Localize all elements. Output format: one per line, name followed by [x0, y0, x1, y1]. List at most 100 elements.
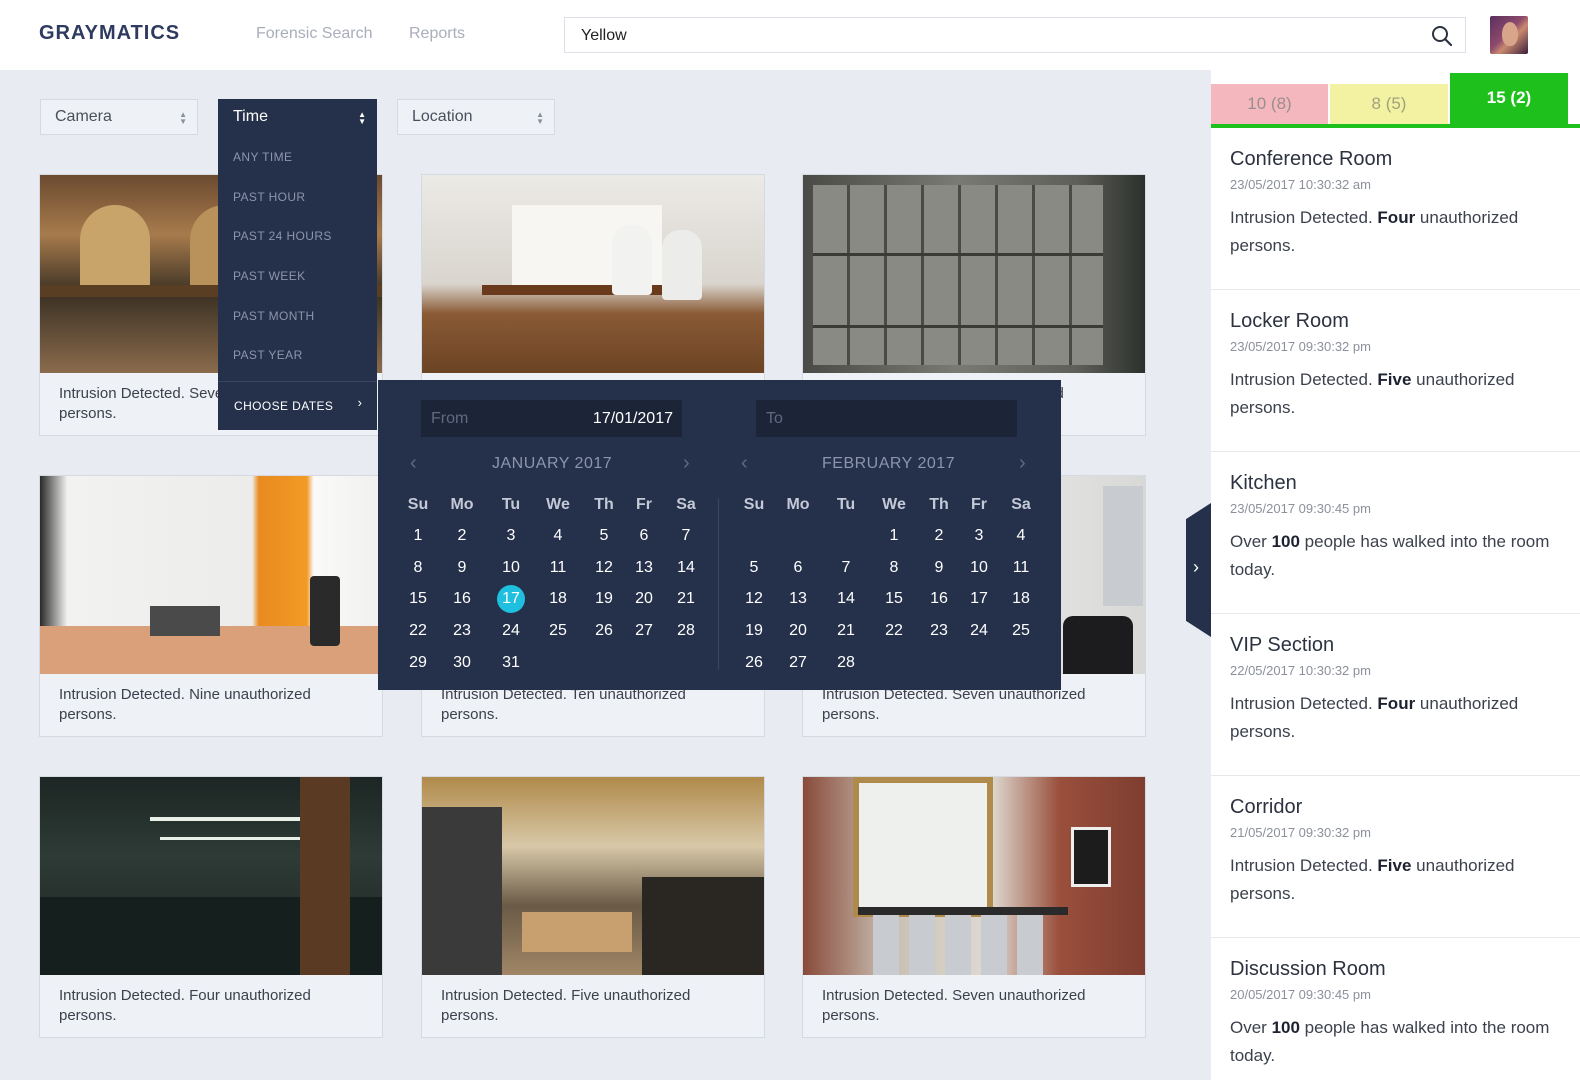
february-day[interactable]: 21 — [828, 617, 864, 645]
january-day[interactable]: 21 — [668, 585, 704, 613]
january-day[interactable]: 15 — [400, 585, 436, 613]
february-day[interactable]: 6 — [780, 554, 816, 582]
january-day[interactable]: 18 — [540, 585, 576, 613]
february-day[interactable]: 25 — [1003, 617, 1039, 645]
january-day[interactable]: 13 — [626, 554, 662, 582]
alert-item[interactable]: Kitchen 23/05/2017 09:30:45 pm Over 100 pe… — [1211, 452, 1580, 614]
to-date-label: To — [766, 410, 783, 427]
alert-title: Locker Room — [1230, 310, 1349, 332]
camera-card[interactable]: Intrusion Detected. Five unauthorized pe… — [421, 776, 765, 1038]
february-day[interactable]: 12 — [736, 585, 772, 613]
camera-card[interactable]: Intrusion Detected. Seven unauthorized p… — [802, 776, 1146, 1038]
to-date-field[interactable]: To — [756, 400, 1017, 437]
alert-item[interactable]: Conference Room 23/05/2017 10:30:32 am Int… — [1211, 128, 1580, 290]
alert-item[interactable]: VIP Section 22/05/2017 10:30:32 pm Intrusi… — [1211, 614, 1580, 776]
january-day[interactable]: 14 — [668, 554, 704, 582]
january-day[interactable]: 12 — [586, 554, 622, 582]
february-day[interactable]: 24 — [961, 617, 997, 645]
february-day[interactable]: 22 — [876, 617, 912, 645]
time-option-past-24-hours[interactable]: PAST 24 HOURS — [233, 229, 332, 243]
february-day[interactable]: 11 — [1003, 554, 1039, 582]
alert-item[interactable]: Discussion Room 20/05/2017 09:30:45 pm Ove… — [1211, 938, 1580, 1080]
alert-item[interactable]: Locker Room 23/05/2017 09:30:32 pm Intrusi… — [1211, 290, 1580, 452]
prev-month-icon[interactable]: ‹ — [410, 452, 417, 475]
january-day[interactable]: 24 — [493, 617, 529, 645]
january-day[interactable]: 11 — [540, 554, 576, 582]
nav-forensic-search[interactable]: Forensic Search — [256, 25, 373, 43]
time-option-past-year[interactable]: PAST YEAR — [233, 348, 303, 362]
january-day[interactable]: 31 — [493, 649, 529, 677]
january-day[interactable]: 5 — [586, 522, 622, 550]
february-day[interactable]: 20 — [780, 617, 816, 645]
february-day[interactable]: 28 — [828, 649, 864, 677]
february-day[interactable]: 19 — [736, 617, 772, 645]
january-day[interactable]: 25 — [540, 617, 576, 645]
february-day[interactable]: 2 — [921, 522, 957, 550]
camera-card[interactable]: Intrusion Detected. Four unauthorized pe… — [39, 776, 383, 1038]
january-day[interactable]: 23 — [444, 617, 480, 645]
january-day[interactable]: 2 — [444, 522, 480, 550]
weekday-header: Mo — [786, 496, 810, 513]
time-option-choose-dates[interactable]: CHOOSE DATES — [234, 399, 333, 413]
january-day[interactable]: 4 — [540, 522, 576, 550]
february-day[interactable]: 4 — [1003, 522, 1039, 550]
next-month-icon[interactable]: › — [683, 452, 690, 475]
february-day[interactable]: 8 — [876, 554, 912, 582]
february-day[interactable]: 17 — [961, 585, 997, 613]
panel-toggle[interactable]: › — [1186, 503, 1211, 637]
prev-month-icon[interactable]: ‹ — [741, 452, 748, 475]
january-day[interactable]: 7 — [668, 522, 704, 550]
time-option-past-hour[interactable]: PAST HOUR — [233, 190, 306, 204]
january-day[interactable]: 22 — [400, 617, 436, 645]
january-day[interactable]: 16 — [444, 585, 480, 613]
january-day[interactable]: 6 — [626, 522, 662, 550]
stat-tab-red[interactable]: 10 (8) — [1211, 84, 1328, 124]
nav-reports[interactable]: Reports — [409, 25, 465, 43]
january-day[interactable]: 27 — [626, 617, 662, 645]
weekday-header: Mo — [450, 496, 474, 513]
february-day[interactable]: 13 — [780, 585, 816, 613]
february-day[interactable]: 18 — [1003, 585, 1039, 613]
january-day[interactable]: 28 — [668, 617, 704, 645]
stat-tab-yellow[interactable]: 8 (5) — [1330, 84, 1448, 124]
january-day[interactable]: 8 — [400, 554, 436, 582]
january-day[interactable]: 3 — [493, 522, 529, 550]
time-option-any-time[interactable]: ANY TIME — [233, 150, 292, 164]
february-day[interactable]: 16 — [921, 585, 957, 613]
january-day[interactable]: 19 — [586, 585, 622, 613]
january-day[interactable]: 9 — [444, 554, 480, 582]
february-day[interactable]: 15 — [876, 585, 912, 613]
february-day[interactable]: 3 — [961, 522, 997, 550]
january-day[interactable]: 1 — [400, 522, 436, 550]
february-day[interactable]: 9 — [921, 554, 957, 582]
february-day[interactable]: 7 — [828, 554, 864, 582]
search-input[interactable]: Yellow — [564, 17, 1466, 53]
january-day[interactable]: 26 — [586, 617, 622, 645]
february-day[interactable]: 5 — [736, 554, 772, 582]
next-month-icon[interactable]: › — [1019, 452, 1026, 475]
february-day[interactable]: 10 — [961, 554, 997, 582]
time-option-past-month[interactable]: PAST MONTH — [233, 309, 315, 323]
avatar[interactable] — [1490, 16, 1528, 54]
january-day[interactable]: 10 — [493, 554, 529, 582]
january-day[interactable]: 30 — [444, 649, 480, 677]
search-icon[interactable] — [1431, 25, 1453, 47]
january-day[interactable]: 20 — [626, 585, 662, 613]
camera-card[interactable]: Intrusion Detected. Nine unauthorized pe… — [39, 475, 383, 737]
time-select[interactable]: Time ▲ ▼ — [218, 99, 377, 135]
stat-tab-green[interactable]: 15 (2) — [1450, 73, 1568, 124]
alert-item[interactable]: Corridor 21/05/2017 09:30:32 pm Intrusion … — [1211, 776, 1580, 938]
camera-thumbnail — [422, 777, 764, 975]
february-day[interactable]: 26 — [736, 649, 772, 677]
february-day[interactable]: 14 — [828, 585, 864, 613]
selected-day[interactable]: 17 — [497, 585, 525, 614]
february-day[interactable]: 1 — [876, 522, 912, 550]
location-select[interactable]: Location ▲ ▼ — [397, 99, 555, 135]
february-day[interactable]: 23 — [921, 617, 957, 645]
february-day[interactable]: 27 — [780, 649, 816, 677]
time-option-past-week[interactable]: PAST WEEK — [233, 269, 306, 283]
camera-select[interactable]: Camera ▲ ▼ — [40, 99, 198, 135]
from-date-field[interactable]: From 17/01/2017 — [421, 400, 682, 437]
january-day[interactable]: 29 — [400, 649, 436, 677]
app-logo[interactable]: GRAYMATICS — [39, 22, 180, 45]
